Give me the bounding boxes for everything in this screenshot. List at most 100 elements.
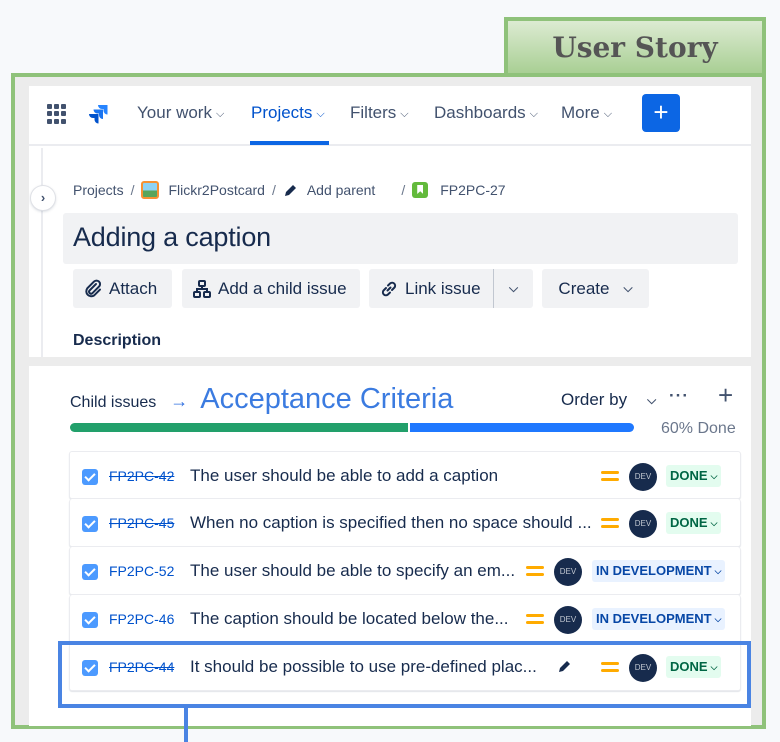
priority-medium-icon: [601, 516, 619, 528]
assignee-avatar[interactable]: DEV: [629, 463, 657, 491]
progress-percent-label: 60% Done: [661, 420, 736, 437]
progress-done-segment: [70, 423, 409, 432]
add-child-issue-plus-button[interactable]: +: [718, 382, 733, 408]
issue-summary[interactable]: When no caption is specified then no spa…: [190, 513, 592, 533]
child-issue-row[interactable]: FP2PC-45 When no caption is specified the…: [69, 499, 741, 547]
nav-filters[interactable]: Filters ⌵: [350, 103, 409, 123]
checkbox-icon[interactable]: [82, 564, 98, 580]
child-issue-row[interactable]: FP2PC-42 The user should be able to add a…: [69, 451, 741, 499]
create-label: Create: [558, 278, 610, 298]
issue-key-link[interactable]: FP2PC-46: [109, 611, 174, 627]
link-issue-dropdown-button[interactable]: ⌵: [494, 269, 533, 308]
checkbox-icon[interactable]: [82, 612, 98, 628]
child-issue-row[interactable]: FP2PC-52 The user should be able to speci…: [69, 547, 741, 595]
breadcrumb-projects[interactable]: Projects: [73, 182, 124, 198]
issue-summary[interactable]: The user should be able to specify an em…: [190, 561, 515, 581]
story-icon: [412, 182, 429, 198]
issue-key-link[interactable]: FP2PC-42: [109, 468, 174, 484]
attach-button[interactable]: Attach: [73, 269, 172, 308]
jira-logo-icon[interactable]: [85, 103, 109, 127]
priority-medium-icon: [526, 612, 544, 624]
chevron-down-icon: ⌵: [603, 107, 613, 120]
status-dropdown[interactable]: DONE ⌵: [666, 512, 722, 534]
nav-dashboards[interactable]: Dashboards ⌵: [434, 103, 538, 123]
add-parent-link[interactable]: Add parent: [307, 182, 376, 198]
chevron-down-icon: ⌵: [215, 107, 225, 120]
assignee-avatar[interactable]: DEV: [554, 606, 582, 634]
chevron-down-icon: ⌵: [714, 566, 722, 576]
status-label: DONE: [670, 515, 708, 530]
chevron-down-icon: ⌵: [710, 518, 718, 528]
pencil-icon: [284, 185, 296, 196]
project-avatar-icon: [141, 181, 160, 199]
nav-projects[interactable]: Projects ⌵: [251, 103, 325, 123]
order-by-button[interactable]: Order by ⌵: [561, 390, 656, 410]
highlight-annotation-box: [58, 641, 751, 708]
description-heading: Description: [73, 332, 162, 349]
issue-title: Adding a caption: [73, 222, 271, 252]
issue-title-field[interactable]: Adding a caption: [63, 213, 738, 264]
breadcrumb-separator: /: [130, 182, 135, 198]
status-label: DONE: [670, 468, 708, 483]
chevron-down-icon: ⌵: [508, 281, 519, 295]
global-create-button[interactable]: +: [642, 94, 680, 132]
expand-sidebar-button[interactable]: ›: [31, 186, 55, 210]
child-issues-label: Child issues: [70, 394, 157, 411]
nav-active-indicator: [250, 141, 329, 145]
status-label: IN DEVELOPMENT: [596, 563, 712, 578]
more-actions-button[interactable]: ···: [669, 386, 689, 406]
breadcrumb-issue-key[interactable]: FP2PC-27: [440, 182, 505, 198]
chevron-down-icon: ⌵: [710, 471, 718, 481]
link-issue-button[interactable]: Link issue: [369, 269, 493, 308]
link-issue-label: Link issue: [405, 278, 481, 298]
child-issues-header: Child issues → Acceptance Criteria: [70, 382, 453, 415]
chevron-down-icon: ⌵: [316, 107, 325, 120]
issue-key-link[interactable]: FP2PC-45: [109, 515, 174, 531]
annotation-arrow: →: [170, 391, 189, 411]
nav-projects-label: Projects: [251, 103, 313, 122]
nav-your-work-label: Your work: [137, 103, 212, 122]
issue-summary[interactable]: The user should be able to add a caption: [190, 466, 498, 486]
chevron-down-icon: ⌵: [529, 107, 539, 120]
breadcrumb-separator: /: [271, 182, 276, 198]
sidebar-divider: [41, 148, 43, 358]
nav-dashboards-label: Dashboards: [434, 103, 526, 122]
assignee-avatar[interactable]: DEV: [554, 558, 582, 586]
link-icon: [381, 281, 397, 296]
issue-key-link[interactable]: FP2PC-52: [109, 563, 174, 579]
top-navigation: Your work ⌵ Projects ⌵ Filters ⌵ Dashboa…: [29, 86, 751, 146]
chevron-down-icon: ⌵: [714, 614, 722, 624]
child-issue-icon: [193, 279, 211, 298]
status-dropdown[interactable]: IN DEVELOPMENT ⌵: [592, 608, 726, 630]
attach-label: Attach: [109, 278, 158, 298]
chevron-down-icon: ⌵: [647, 392, 657, 407]
breadcrumb-separator: /: [401, 182, 406, 198]
add-child-issue-label: Add a child issue: [218, 278, 347, 298]
app-switcher-icon[interactable]: [47, 104, 67, 124]
priority-medium-icon: [601, 469, 619, 481]
nav-more[interactable]: More ⌵: [561, 103, 612, 123]
create-button[interactable]: Create ⌵: [542, 269, 649, 308]
child-issue-row[interactable]: FP2PC-46 The caption should be located be…: [69, 595, 741, 643]
nav-more-label: More: [561, 103, 600, 122]
section-separator: [29, 357, 751, 366]
highlight-annotation-connector: [184, 707, 188, 742]
chevron-down-icon: ⌵: [623, 281, 633, 295]
acceptance-criteria-annotation: Acceptance Criteria: [200, 383, 454, 415]
nav-filters-label: Filters: [350, 103, 397, 122]
status-dropdown[interactable]: IN DEVELOPMENT ⌵: [592, 560, 726, 582]
user-story-annotation-label: User Story: [552, 30, 718, 64]
add-child-issue-button[interactable]: Add a child issue: [182, 269, 360, 308]
order-by-label: Order by: [561, 390, 628, 409]
checkbox-icon[interactable]: [82, 516, 98, 532]
assignee-avatar[interactable]: DEV: [629, 510, 657, 538]
nav-your-work[interactable]: Your work ⌵: [137, 103, 224, 123]
breadcrumb: Projects / Flickr2Postcard / Add parent …: [73, 181, 506, 199]
status-dropdown[interactable]: DONE ⌵: [666, 465, 722, 487]
priority-medium-icon: [526, 564, 544, 576]
breadcrumb-project[interactable]: Flickr2Postcard: [168, 182, 264, 198]
checkbox-icon[interactable]: [82, 469, 98, 485]
progress-in-progress-segment: [410, 423, 634, 432]
paperclip-icon: [85, 279, 102, 297]
issue-summary[interactable]: The caption should be located below the.…: [190, 609, 509, 629]
